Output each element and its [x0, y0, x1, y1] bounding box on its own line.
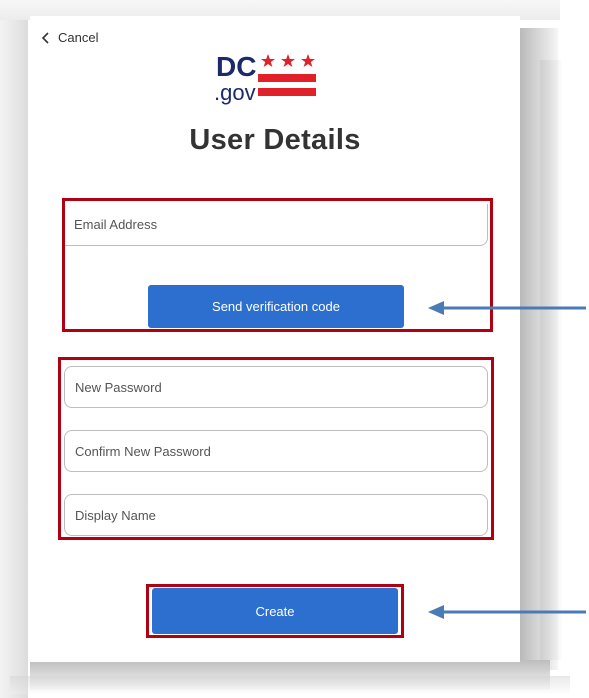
create-button[interactable]: Create: [152, 588, 398, 634]
logo-gov-text: .gov: [214, 80, 256, 105]
new-password-field[interactable]: [64, 366, 488, 408]
logo-bar-bottom: [258, 88, 316, 96]
confirm-password-field[interactable]: [64, 430, 488, 472]
card-shadow-bottom-soft: [10, 676, 570, 694]
display-name-field[interactable]: [64, 494, 488, 536]
logo-bar-top: [258, 74, 316, 82]
screenshot-root: Cancel DC .gov User Details Send verific…: [0, 0, 589, 698]
logo-dc-text: DC: [216, 51, 256, 82]
logo-stars: [261, 54, 315, 67]
cancel-link[interactable]: Cancel: [40, 30, 98, 45]
signup-card: Cancel DC .gov User Details Send verific…: [30, 16, 520, 662]
chevron-left-icon: [41, 31, 49, 44]
page-shadow-left: [0, 0, 28, 698]
arrow-left-icon: [428, 605, 586, 619]
email-field[interactable]: [64, 204, 488, 246]
page-title: User Details: [189, 124, 361, 156]
arrow-left-icon: [428, 301, 586, 315]
send-verification-code-button[interactable]: Send verification code: [148, 285, 404, 328]
card-shadow-right-soft: [540, 60, 562, 660]
cancel-label: Cancel: [58, 30, 99, 45]
dc-gov-logo: DC .gov: [214, 51, 316, 105]
